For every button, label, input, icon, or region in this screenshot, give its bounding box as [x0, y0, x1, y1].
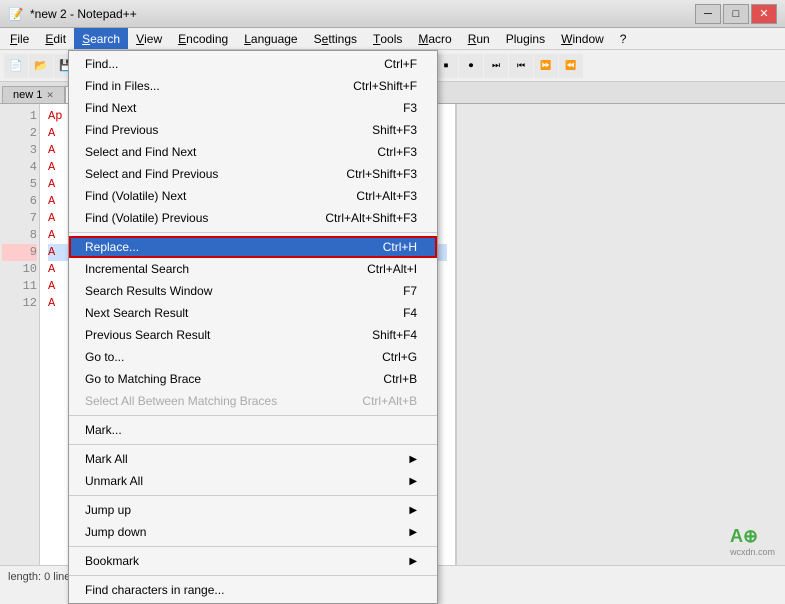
menu-help[interactable]: ? — [612, 28, 635, 49]
title-text: *new 2 - Notepad++ — [30, 7, 695, 21]
open-button[interactable]: 📂 — [29, 54, 53, 78]
watermark: A⊕ wcxdn.com — [730, 526, 775, 557]
toolbar-btn-7[interactable]: ⏭ — [484, 54, 508, 78]
menu-mark[interactable]: Mark... — [69, 419, 437, 441]
menu-plugins[interactable]: Plugins — [498, 28, 553, 49]
tab-new1-label: new 1 — [13, 89, 42, 101]
close-button[interactable]: ✕ — [751, 4, 777, 24]
tab-new1-close[interactable]: ✕ — [46, 90, 54, 101]
title-bar: 📝 *new 2 - Notepad++ ─ □ ✕ — [0, 0, 785, 28]
line-num-3: 3 — [2, 142, 37, 159]
menu-jump-down[interactable]: Jump down ▶ — [69, 521, 437, 543]
menu-find-volatile-next[interactable]: Find (Volatile) Next Ctrl+Alt+F3 — [69, 185, 437, 207]
menu-view[interactable]: View — [128, 28, 170, 49]
sep-2 — [69, 415, 437, 416]
line-num-4: 4 — [2, 159, 37, 176]
line-num-8: 8 — [2, 227, 37, 244]
menu-find-volatile-previous[interactable]: Find (Volatile) Previous Ctrl+Alt+Shift+… — [69, 207, 437, 229]
menu-mark-all[interactable]: Mark All ▶ — [69, 448, 437, 470]
new-button[interactable]: 📄 — [4, 54, 28, 78]
menu-incremental-search[interactable]: Incremental Search Ctrl+Alt+I — [69, 258, 437, 280]
line-num-10: 10 — [2, 261, 37, 278]
app-icon: 📝 — [8, 6, 24, 22]
sep-4 — [69, 495, 437, 496]
menu-window[interactable]: Window — [553, 28, 612, 49]
sep-3 — [69, 444, 437, 445]
line-numbers: 1 2 3 4 5 6 7 8 9 10 11 12 — [0, 104, 40, 565]
menu-replace[interactable]: Replace... Ctrl+H — [69, 236, 437, 258]
line-num-12: 12 — [2, 295, 37, 312]
line-num-9: 9 — [2, 244, 37, 261]
search-dropdown: Find... Ctrl+F Find in Files... Ctrl+Shi… — [68, 50, 438, 604]
toolbar-btn-8[interactable]: ⏮ — [509, 54, 533, 78]
menu-find-next[interactable]: Find Next F3 — [69, 97, 437, 119]
menu-bar: File Edit Search View Encoding Language … — [0, 28, 785, 50]
menu-next-search-result[interactable]: Next Search Result F4 — [69, 302, 437, 324]
tab-new1[interactable]: new 1 ✕ — [2, 86, 65, 103]
menu-language[interactable]: Language — [236, 28, 305, 49]
menu-macro[interactable]: Macro — [410, 28, 459, 49]
menu-edit[interactable]: Edit — [37, 28, 74, 49]
menu-goto[interactable]: Go to... Ctrl+G — [69, 346, 437, 368]
sep-1 — [69, 232, 437, 233]
sep-6 — [69, 575, 437, 576]
menu-tools[interactable]: Tools — [365, 28, 410, 49]
line-num-11: 11 — [2, 278, 37, 295]
minimize-button[interactable]: ─ — [695, 4, 721, 24]
menu-select-find-previous[interactable]: Select and Find Previous Ctrl+Shift+F3 — [69, 163, 437, 185]
line-num-1: 1 — [2, 108, 37, 125]
menu-find[interactable]: Find... Ctrl+F — [69, 53, 437, 75]
menu-select-between-braces: Select All Between Matching Braces Ctrl+… — [69, 390, 437, 412]
window-controls: ─ □ ✕ — [695, 4, 777, 24]
line-num-7: 7 — [2, 210, 37, 227]
menu-search-results-window[interactable]: Search Results Window F7 — [69, 280, 437, 302]
menu-file[interactable]: File — [2, 28, 37, 49]
toolbar-btn-10[interactable]: ⏪ — [559, 54, 583, 78]
menu-bookmark[interactable]: Bookmark ▶ — [69, 550, 437, 572]
menu-previous-search-result[interactable]: Previous Search Result Shift+F4 — [69, 324, 437, 346]
menu-select-find-next[interactable]: Select and Find Next Ctrl+F3 — [69, 141, 437, 163]
toolbar-btn-6[interactable]: ⏺ — [459, 54, 483, 78]
line-num-6: 6 — [2, 193, 37, 210]
toolbar-btn-9[interactable]: ⏩ — [534, 54, 558, 78]
menu-find-in-files[interactable]: Find in Files... Ctrl+Shift+F — [69, 75, 437, 97]
menu-search[interactable]: Search — [74, 28, 128, 49]
menu-encoding[interactable]: Encoding — [170, 28, 236, 49]
right-panel — [455, 104, 785, 565]
line-num-5: 5 — [2, 176, 37, 193]
menu-find-chars-in-range[interactable]: Find characters in range... — [69, 579, 437, 601]
menu-settings[interactable]: Settings — [306, 28, 365, 49]
menu-unmark-all[interactable]: Unmark All ▶ — [69, 470, 437, 492]
menu-jump-up[interactable]: Jump up ▶ — [69, 499, 437, 521]
line-num-2: 2 — [2, 125, 37, 142]
menu-find-previous[interactable]: Find Previous Shift+F3 — [69, 119, 437, 141]
search-menu: Find... Ctrl+F Find in Files... Ctrl+Shi… — [68, 50, 438, 604]
maximize-button[interactable]: □ — [723, 4, 749, 24]
menu-goto-matching-brace[interactable]: Go to Matching Brace Ctrl+B — [69, 368, 437, 390]
menu-run[interactable]: Run — [460, 28, 498, 49]
sep-5 — [69, 546, 437, 547]
